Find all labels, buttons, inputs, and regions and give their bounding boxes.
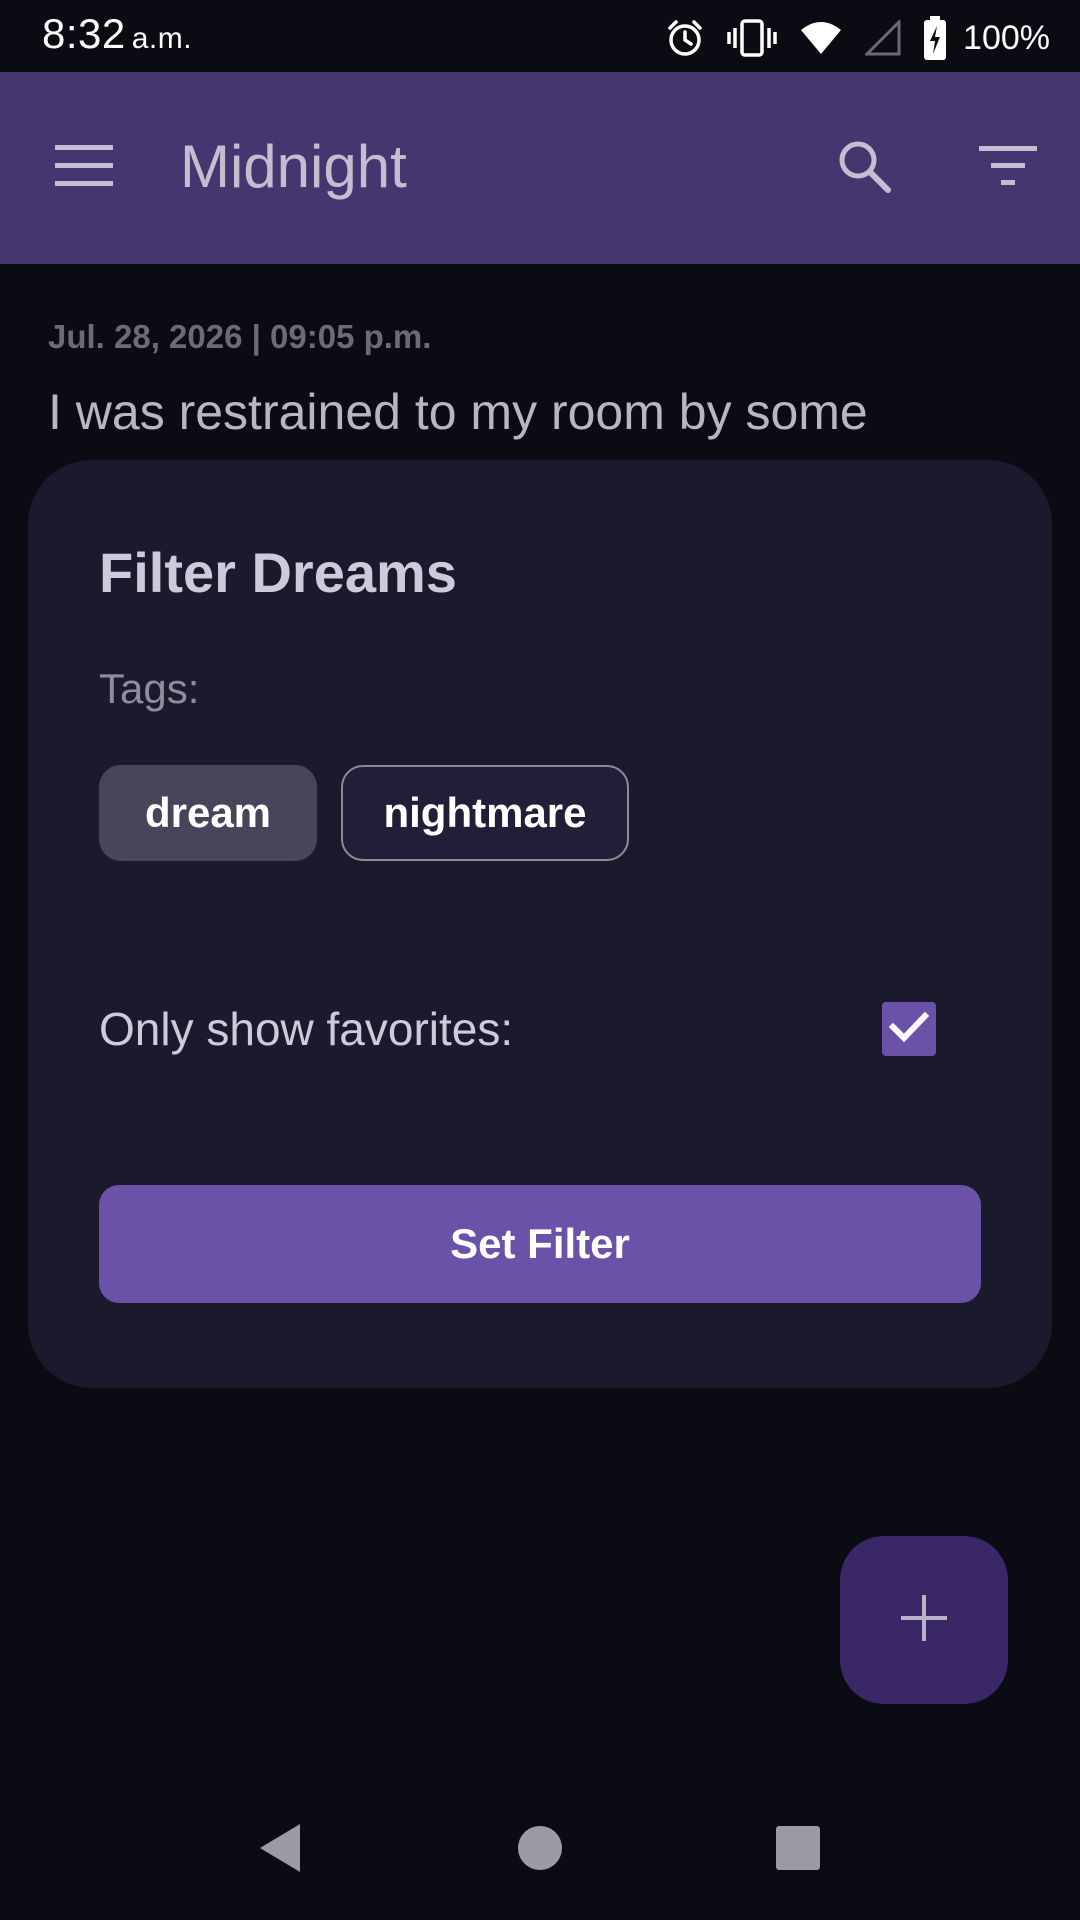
entry-date: Jul. 28, 2026 | 09:05 p.m. [48, 318, 432, 355]
menu-icon [55, 144, 113, 192]
search-icon [836, 138, 892, 199]
favorites-label: Only show favorites: [99, 1003, 514, 1055]
menu-button[interactable] [40, 128, 128, 208]
nav-recents-button[interactable] [748, 1800, 848, 1900]
check-icon [888, 1011, 930, 1048]
entry-text[interactable]: I was restrained to my room by some [48, 382, 1028, 442]
filter-dialog: Filter Dreams Tags: dream nightmare Only… [28, 460, 1052, 1388]
tag-chip-dream[interactable]: dream [99, 765, 317, 861]
screen: 8:32 a.m. 100% Midnight Jul. 28, 2026 | … [0, 0, 1080, 1920]
tag-chips: dream nightmare [99, 765, 629, 861]
status-icons: 100% [665, 12, 1050, 64]
status-time-ampm: a.m. [131, 22, 193, 55]
status-time: 8:32 a.m. [42, 10, 192, 58]
battery-charging-icon [923, 16, 947, 60]
cell-signal-icon [865, 20, 901, 56]
tags-label: Tags: [99, 665, 200, 712]
home-circle-icon [517, 1825, 563, 1876]
app-title: Midnight [180, 133, 407, 200]
nav-back-button[interactable] [230, 1800, 330, 1900]
plus-icon [901, 1594, 947, 1646]
set-filter-button[interactable]: Set Filter [99, 1185, 981, 1303]
app-bar: Midnight [0, 72, 1080, 264]
back-triangle-icon [256, 1822, 304, 1879]
tag-chip-nightmare[interactable]: nightmare [341, 765, 629, 861]
recents-square-icon [775, 1825, 821, 1876]
dialog-title: Filter Dreams [99, 541, 457, 604]
wifi-icon [799, 20, 843, 56]
filter-button[interactable] [964, 128, 1052, 208]
alarm-icon [665, 18, 705, 58]
battery-percent: 100% [963, 18, 1050, 57]
favorites-checkbox[interactable] [882, 1002, 936, 1056]
status-time-value: 8:32 [42, 10, 126, 57]
status-bar: 8:32 a.m. 100% [0, 0, 1080, 72]
search-button[interactable] [820, 128, 908, 208]
vibrate-icon [727, 18, 777, 58]
nav-bar [0, 1776, 1080, 1920]
filter-icon [979, 145, 1037, 191]
add-entry-button[interactable] [840, 1536, 1008, 1704]
nav-home-button[interactable] [490, 1800, 590, 1900]
